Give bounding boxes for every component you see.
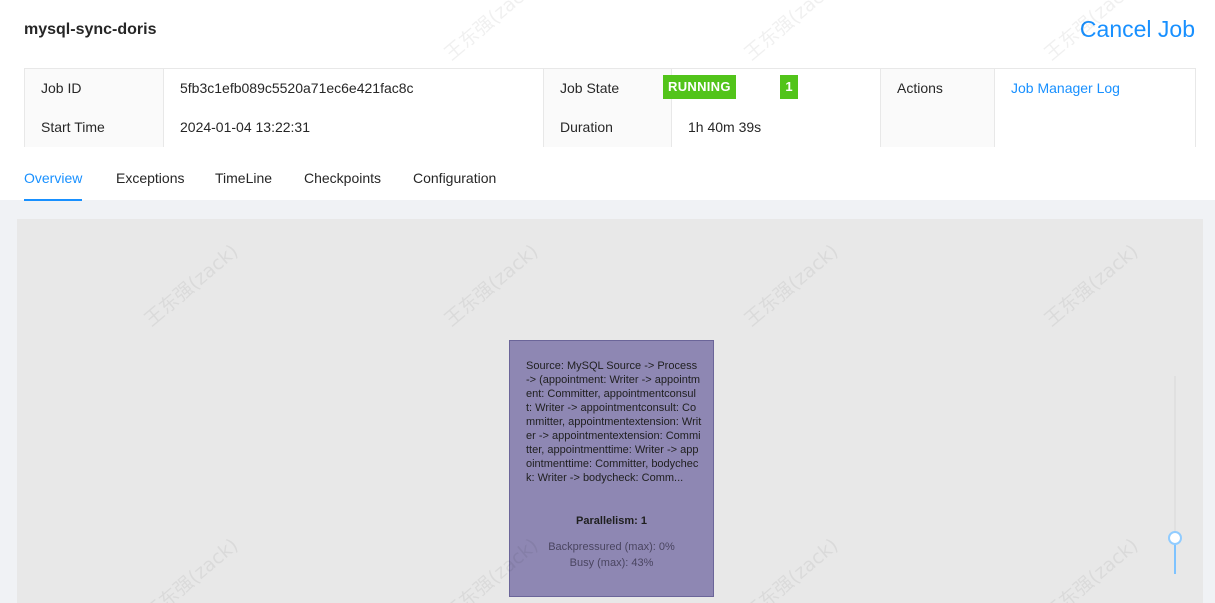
- zoom-slider-handle[interactable]: [1168, 531, 1182, 545]
- start-time-label: Start Time: [25, 108, 163, 147]
- job-manager-log-link[interactable]: Job Manager Log: [1011, 80, 1120, 96]
- node-busy: Busy (max): 43%: [569, 557, 654, 569]
- node-parallelism: Parallelism: 1: [576, 515, 647, 527]
- job-state-badge: RUNNING: [663, 75, 736, 99]
- tab-timeline[interactable]: TimeLine: [215, 164, 272, 201]
- tab-configuration[interactable]: Configuration: [413, 164, 496, 201]
- node-backpressured: Backpressured (max): 0%: [548, 541, 675, 553]
- node-description: Source: MySQL Source -> Process -> (appo…: [526, 360, 702, 484]
- job-state-label: Job State: [543, 69, 671, 108]
- start-time-value: 2024-01-04 13:22:31: [163, 108, 543, 147]
- zoom-slider-fill: [1174, 540, 1176, 574]
- running-count-badge: 1: [780, 75, 798, 99]
- job-name: mysql-sync-doris: [24, 21, 157, 38]
- details-row: Job ID 5fb3c1efb089c5520a71ec6e421fac8c …: [25, 69, 1195, 108]
- actions-label: Actions: [880, 69, 994, 108]
- details-row: Start Time 2024-01-04 13:22:31 Duration …: [25, 108, 1195, 147]
- duration-label: Duration: [543, 108, 671, 147]
- cancel-job-button[interactable]: Cancel Job: [1080, 16, 1195, 43]
- job-details-table: Job ID 5fb3c1efb089c5520a71ec6e421fac8c …: [24, 68, 1196, 147]
- empty-value-cell: [994, 108, 1195, 147]
- job-header: mysql-sync-doris Cancel Job Job ID 5fb3c…: [0, 0, 1215, 201]
- tab-exceptions[interactable]: Exceptions: [116, 164, 184, 201]
- duration-value: 1h 40m 39s: [671, 108, 880, 147]
- actions-cell: Job Manager Log: [994, 69, 1195, 108]
- job-id-label: Job ID: [25, 69, 163, 108]
- tab-checkpoints[interactable]: Checkpoints: [304, 164, 381, 201]
- empty-label-cell: [880, 108, 994, 147]
- tab-overview[interactable]: Overview: [24, 164, 83, 201]
- job-graph-node[interactable]: Source: MySQL Source -> Process -> (appo…: [509, 340, 714, 597]
- job-id-value: 5fb3c1efb089c5520a71ec6e421fac8c: [163, 69, 543, 108]
